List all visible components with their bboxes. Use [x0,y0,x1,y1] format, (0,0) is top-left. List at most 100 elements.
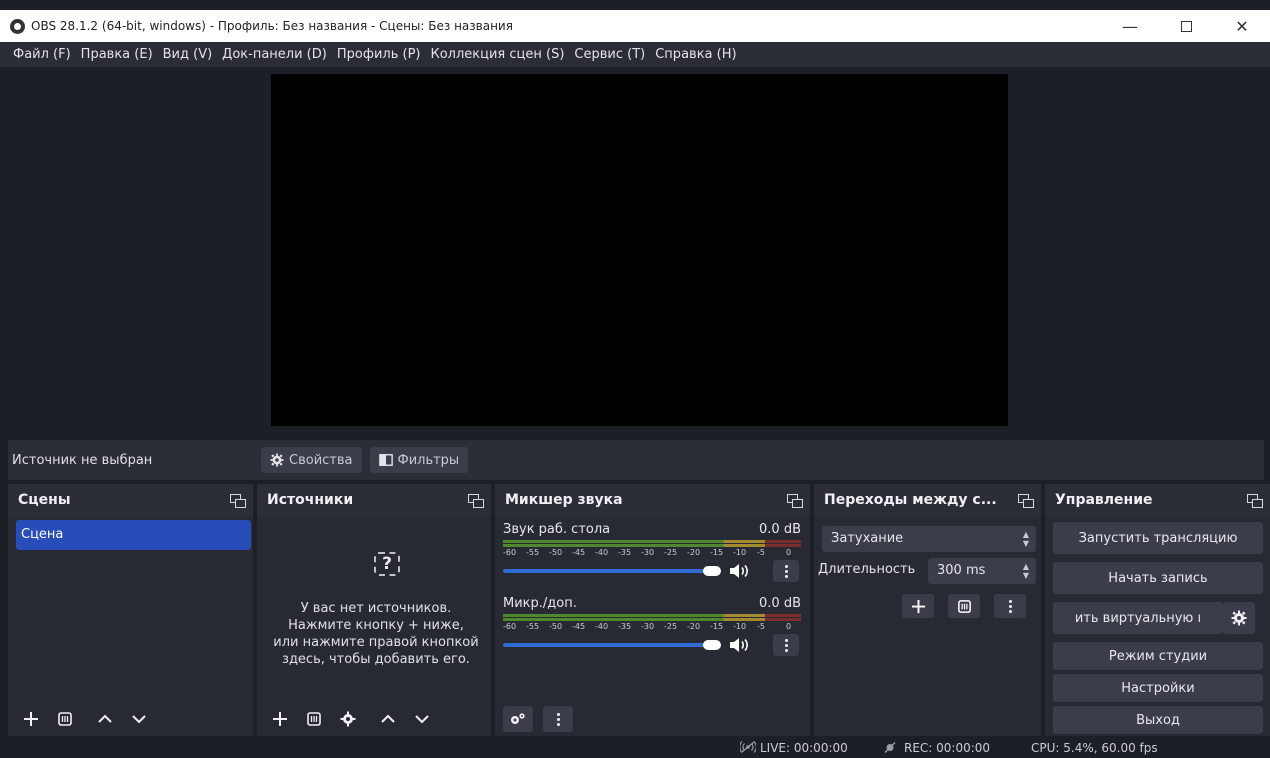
updown-icon: ▲ ▼ [1022,530,1030,548]
meter-tick: -15 [710,622,724,631]
meter-ticks: -60 -55 -50 -45 -40 -35 -30 -25 -20 -15 … [503,548,801,559]
meter-tick: -60 [503,548,517,557]
volume-slider[interactable] [503,643,711,647]
add-scene-button[interactable] [16,706,46,732]
meter-tick: 0 [786,548,792,557]
record-off-icon [884,742,896,753]
transitions-header: Переходы между с... [814,484,1041,516]
meter-tick: -10 [733,548,747,557]
undock-icon[interactable] [230,493,246,508]
undock-icon[interactable] [787,493,803,508]
start-virtual-camera-button[interactable]: ить виртуальную ı [1053,602,1223,634]
filters-button[interactable]: Фильтры [369,447,469,473]
meter-tick: -45 [572,548,586,557]
spinner-icon[interactable]: ▲ ▼ [1022,562,1030,580]
undock-icon[interactable] [1247,493,1263,508]
empty-line: или нажмите правой кнопкой [273,635,479,650]
menu-file[interactable]: Файл (F) [8,47,76,62]
settings-button[interactable]: Настройки [1053,674,1263,702]
volume-slider-handle[interactable] [703,640,721,650]
mixer-title: Микшер звука [505,492,623,508]
meter-tick: -50 [549,622,563,631]
mixer-menu-button[interactable] [543,706,573,732]
maximize-button[interactable] [1158,10,1214,42]
empty-line: здесь, чтобы добавить его. [282,652,470,667]
scenes-list: Сцена [8,516,253,736]
remove-transition-button[interactable] [948,594,980,618]
title-bar: OBS 28.1.2 (64-bit, windows) - Профиль: … [0,10,1270,42]
audio-mixer-dock: Микшер звука Звук раб. стола 0.0 dB -60 … [495,484,810,736]
move-scene-down-button[interactable] [124,706,154,732]
menu-scene-collection[interactable]: Коллекция сцен (S) [425,47,569,62]
menu-edit[interactable]: Правка (E) [76,47,158,62]
mixer-header: Микшер звука [495,484,810,516]
studio-mode-button[interactable]: Режим студии [1053,642,1263,670]
channel-menu-button[interactable] [773,634,799,656]
transitions-body: Затухание ▲ ▼ Длительность 300 ms ▲ ▼ [814,516,1041,736]
more-vertical-icon [1008,599,1012,613]
close-button[interactable]: ✕ [1214,10,1270,42]
start-recording-button[interactable]: Начать запись [1053,562,1263,594]
menu-bar: Файл (F) Правка (E) Вид (V) Док-панели (… [0,42,1270,67]
channel-menu-button[interactable] [773,560,799,582]
undock-icon[interactable] [468,493,484,508]
menu-profile[interactable]: Профиль (P) [332,47,426,62]
advanced-audio-button[interactable] [503,706,533,732]
meter-tick: -15 [710,548,724,557]
start-streaming-button[interactable]: Запустить трансляцию [1053,522,1263,554]
move-source-down-button[interactable] [407,706,437,732]
volume-control [503,634,801,657]
meter-tick: -30 [641,548,655,557]
menu-view[interactable]: Вид (V) [158,47,218,62]
meter-tick: -55 [526,548,540,557]
menu-help[interactable]: Справка (H) [650,47,741,62]
empty-sources-icon: ? [374,552,400,576]
duration-input[interactable]: 300 ms ▲ ▼ [928,558,1036,584]
transitions-dock: Переходы между с... Затухание ▲ ▼ Длитель… [814,484,1041,736]
chevron-down-icon [132,715,146,724]
remove-source-button[interactable] [299,706,329,732]
gear-icon [340,711,356,727]
controls-body: Запустить трансляцию Начать запись ить в… [1045,516,1270,736]
sources-list[interactable]: ? У вас нет источников. Нажмите кнопку +… [257,516,491,736]
chevron-up-icon [381,714,395,723]
no-source-label: Источник не выбран [12,452,153,468]
window-title: OBS 28.1.2 (64-bit, windows) - Профиль: … [31,19,513,33]
minimize-button[interactable]: — [1102,10,1158,42]
scene-item[interactable]: Сцена [16,520,251,550]
move-scene-up-button[interactable] [90,706,120,732]
scenes-header: Сцены [8,484,253,516]
speaker-icon[interactable] [729,637,749,653]
undock-icon[interactable] [1018,493,1034,508]
gears-icon [511,713,525,724]
sources-footer [265,706,441,732]
add-source-button[interactable] [265,706,295,732]
filter-icon [378,454,393,466]
properties-button[interactable]: Свойства [261,447,362,473]
virtual-camera-settings-button[interactable] [1223,602,1255,634]
plus-icon [273,712,287,726]
source-properties-button[interactable] [333,706,363,732]
speaker-icon[interactable] [729,563,749,579]
menu-tools[interactable]: Сервис (T) [569,47,650,62]
preview-canvas[interactable] [271,74,1008,426]
sources-dock: Источники ? У вас нет источников. Нажмит… [257,484,491,736]
transitions-title: Переходы между с... [824,492,997,508]
exit-button[interactable]: Выход [1053,706,1263,734]
add-transition-button[interactable] [902,594,934,618]
close-icon: ✕ [1235,16,1249,36]
menu-docks[interactable]: Док-панели (D) [217,47,332,62]
transition-selected: Затухание [831,531,904,546]
volume-slider[interactable] [503,569,711,573]
volume-slider-handle[interactable] [703,566,721,576]
transition-menu-button[interactable] [994,594,1026,618]
duration-label: Длительность [818,562,916,577]
meter-tick: -35 [618,622,632,631]
preview-area [0,67,1270,437]
meter-tick: -30 [641,622,655,631]
remove-scene-button[interactable] [50,706,80,732]
move-source-up-button[interactable] [373,706,403,732]
obs-logo-icon [10,18,25,34]
volume-meter [503,614,801,622]
transition-select[interactable]: Затухание ▲ ▼ [822,526,1036,552]
